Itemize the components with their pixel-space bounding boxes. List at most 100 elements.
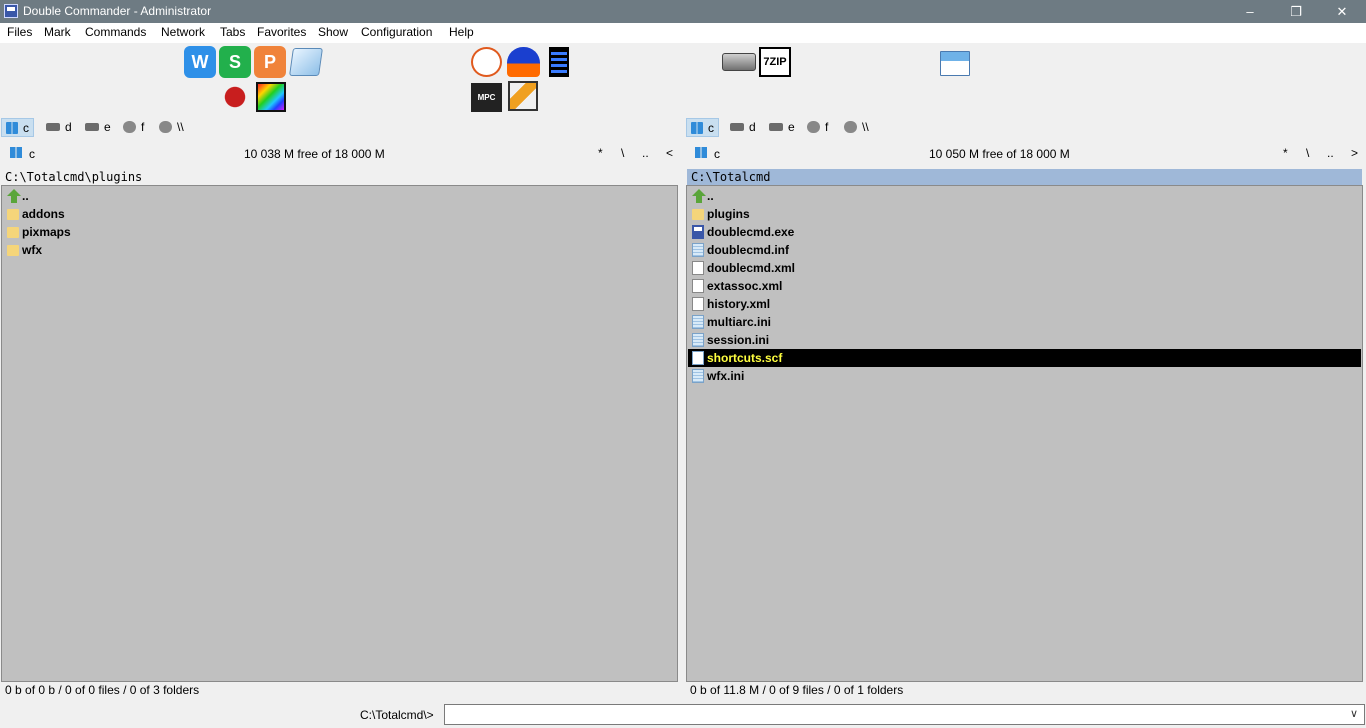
- drive-icon: [10, 147, 22, 158]
- close-button[interactable]: ✕: [1319, 0, 1365, 23]
- left-info-bar: c 10 038 M free of 18 000 M * \ .. <: [0, 141, 680, 165]
- left-status-bar: 0 b of 0 b / 0 of 0 files / 0 of 3 folde…: [0, 682, 680, 698]
- 7zip-icon[interactable]: 7ZIP: [759, 47, 791, 77]
- list-item[interactable]: doublecmd.inf: [688, 241, 1361, 259]
- folder-icon: [7, 209, 19, 220]
- list-item[interactable]: session.ini: [688, 331, 1361, 349]
- right-file-list[interactable]: .. plugins doublecmd.exe doublecmd.inf d…: [686, 185, 1363, 682]
- list-item[interactable]: multiarc.ini: [688, 313, 1361, 331]
- paint-app-icon[interactable]: [471, 47, 502, 77]
- menu-bar: Files Mark Commands Network Tabs Favorit…: [0, 23, 1366, 43]
- menu-network[interactable]: Network: [161, 25, 205, 39]
- wps-spreadsheet-icon[interactable]: S: [219, 46, 251, 78]
- disk-drive-icon[interactable]: [722, 53, 756, 71]
- mpc-be-icon[interactable]: MPC BE: [471, 83, 502, 131]
- windows-drive-icon: [6, 121, 18, 134]
- hard-disk-icon: [46, 122, 60, 131]
- up-icon: [692, 189, 706, 203]
- list-item[interactable]: extassoc.xml: [688, 277, 1361, 295]
- toolbar: W S P MPC BE 7ZIP: [0, 43, 1366, 131]
- xml-icon: [692, 261, 704, 275]
- left-nav-history[interactable]: <: [666, 146, 673, 160]
- list-item[interactable]: addons: [3, 205, 676, 223]
- optical-drive-icon: [807, 120, 820, 133]
- audacity-icon[interactable]: [507, 47, 540, 77]
- selected-list-item[interactable]: shortcuts.scf: [688, 349, 1361, 367]
- menu-tabs[interactable]: Tabs: [220, 25, 245, 39]
- paint-splat-icon[interactable]: [219, 82, 251, 112]
- menu-mark[interactable]: Mark: [44, 25, 71, 39]
- list-item[interactable]: history.xml: [688, 295, 1361, 313]
- right-drive-f[interactable]: f: [803, 118, 832, 137]
- left-current-drive[interactable]: c: [29, 147, 35, 161]
- left-drive-e[interactable]: e: [81, 118, 115, 137]
- left-drive-network[interactable]: \\: [155, 118, 188, 137]
- xml-icon: [692, 279, 704, 293]
- right-drive-d[interactable]: d: [726, 118, 760, 137]
- folder-icon: [7, 245, 19, 256]
- left-nav-root[interactable]: \: [621, 146, 624, 160]
- right-nav-root[interactable]: \: [1306, 146, 1309, 160]
- menu-configuration[interactable]: Configuration: [361, 25, 432, 39]
- exe-icon: [692, 225, 704, 239]
- video-film-icon[interactable]: [549, 47, 569, 77]
- wps-writer-icon[interactable]: W: [184, 46, 216, 78]
- list-item[interactable]: pixmaps: [3, 223, 676, 241]
- control-panel-icon[interactable]: [940, 51, 970, 76]
- left-nav-root-star[interactable]: *: [598, 146, 603, 160]
- right-nav-up[interactable]: ..: [1327, 146, 1334, 160]
- right-drive-e[interactable]: e: [765, 118, 799, 137]
- chevron-down-icon[interactable]: ∨: [1350, 707, 1358, 720]
- drive-icon: [695, 147, 707, 158]
- list-item[interactable]: wfx: [3, 241, 676, 259]
- title-bar: Double Commander - Administrator – ❐ ✕: [0, 0, 1366, 23]
- left-file-list[interactable]: .. addons pixmaps wfx: [1, 185, 678, 682]
- left-path[interactable]: C:\Totalcmd\plugins: [1, 169, 677, 185]
- left-drive-bar: c d e f \\: [0, 115, 680, 140]
- right-current-drive[interactable]: c: [714, 147, 720, 161]
- right-path[interactable]: C:\Totalcmd: [687, 169, 1362, 185]
- right-status-bar: 0 b of 11.8 M / 0 of 9 files / 0 of 1 fo…: [685, 682, 1366, 698]
- color-picker-icon[interactable]: [256, 82, 286, 112]
- ini-icon: [692, 243, 704, 257]
- right-nav-root-star[interactable]: *: [1283, 146, 1288, 160]
- list-item[interactable]: doublecmd.xml: [688, 259, 1361, 277]
- list-item[interactable]: ..: [3, 187, 676, 205]
- restore-button[interactable]: ❐: [1273, 0, 1319, 23]
- list-item[interactable]: wfx.ini: [688, 367, 1361, 385]
- xml-icon: [692, 297, 704, 311]
- menu-favorites[interactable]: Favorites: [257, 25, 306, 39]
- left-drive-c[interactable]: c: [1, 118, 34, 137]
- right-nav-history[interactable]: >: [1351, 146, 1358, 160]
- menu-help[interactable]: Help: [449, 25, 474, 39]
- list-item[interactable]: ..: [688, 187, 1361, 205]
- file-icon: [692, 351, 704, 365]
- app-icon: [4, 4, 18, 18]
- minimize-button[interactable]: –: [1227, 0, 1273, 23]
- ini-icon: [692, 333, 704, 347]
- menu-commands[interactable]: Commands: [85, 25, 146, 39]
- ini-icon: [692, 315, 704, 329]
- menu-files[interactable]: Files: [7, 25, 32, 39]
- wps-presentation-icon[interactable]: P: [254, 46, 286, 78]
- left-drive-f[interactable]: f: [119, 118, 148, 137]
- network-icon: [159, 120, 172, 133]
- menu-show[interactable]: Show: [318, 25, 348, 39]
- notepad-icon[interactable]: [289, 48, 323, 76]
- hard-disk-icon: [85, 122, 99, 131]
- right-drive-bar: c d e f \\: [685, 115, 1366, 140]
- hard-disk-icon: [769, 122, 783, 131]
- folder-icon: [692, 209, 704, 220]
- left-drive-d[interactable]: d: [42, 118, 76, 137]
- optical-drive-icon: [123, 120, 136, 133]
- right-drive-c[interactable]: c: [686, 118, 719, 137]
- list-item[interactable]: doublecmd.exe: [688, 223, 1361, 241]
- command-input[interactable]: ∨: [444, 704, 1365, 725]
- winamp-icon[interactable]: [508, 81, 538, 111]
- list-item[interactable]: plugins: [688, 205, 1361, 223]
- right-drive-network[interactable]: \\: [840, 118, 873, 137]
- left-nav-up[interactable]: ..: [642, 146, 649, 160]
- command-line: C:\Totalcmd\> ∨: [0, 700, 1366, 728]
- hard-disk-icon: [730, 122, 744, 131]
- window-title: Double Commander - Administrator: [23, 4, 212, 18]
